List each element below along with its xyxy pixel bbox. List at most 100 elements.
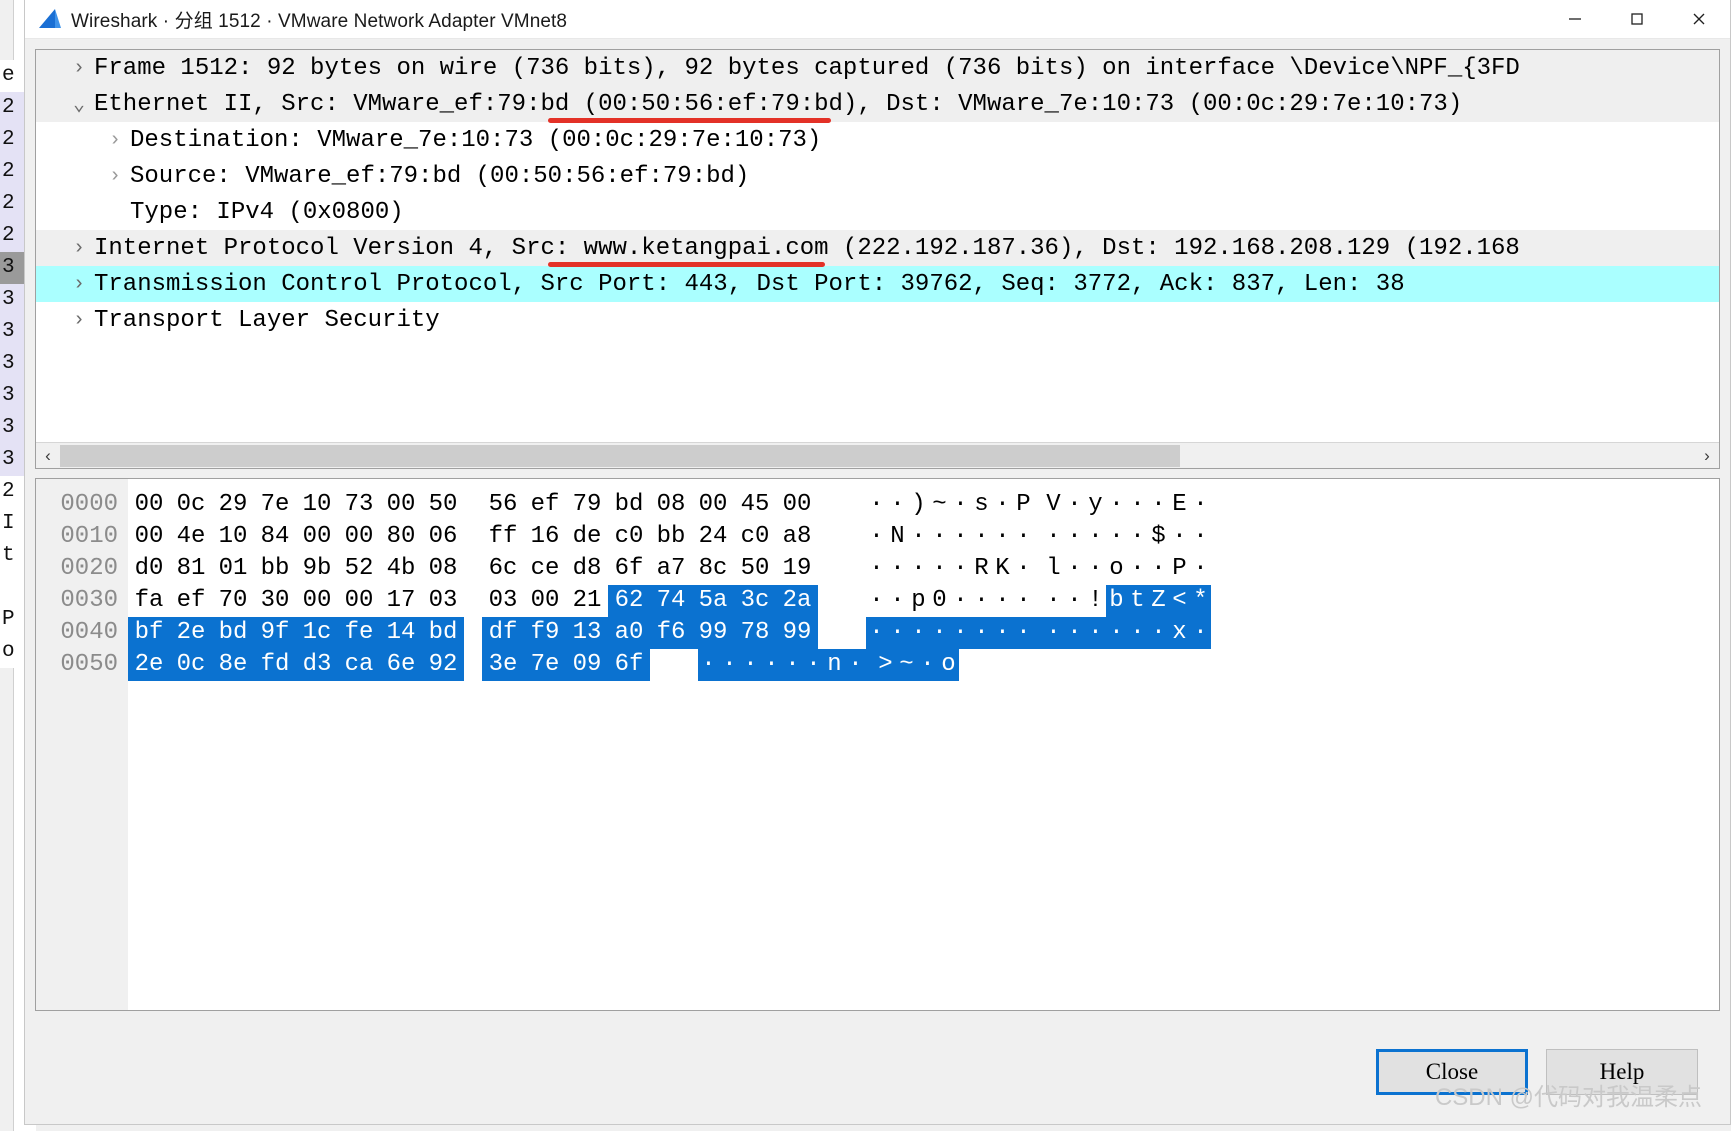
hex-byte[interactable]: 10 — [212, 521, 254, 553]
ascii-char[interactable]: V — [1043, 489, 1064, 521]
hex-byte[interactable]: 6f — [608, 553, 650, 585]
hex-byte[interactable]: 4e — [170, 521, 212, 553]
ascii-char[interactable]: 0 — [929, 585, 950, 617]
hex-byte[interactable]: d3 — [296, 649, 338, 681]
ascii-char[interactable]: · — [719, 649, 740, 681]
ascii-char[interactable]: · — [698, 649, 719, 681]
ascii-char[interactable]: · — [1169, 521, 1190, 553]
ascii-char[interactable]: · — [1127, 553, 1148, 585]
hex-byte[interactable]: 00 — [524, 585, 566, 617]
ascii-char[interactable]: · — [887, 489, 908, 521]
ascii-char[interactable]: · — [929, 521, 950, 553]
hex-byte[interactable]: 00 — [380, 489, 422, 521]
ascii-char[interactable]: · — [887, 617, 908, 649]
hex-dump-row[interactable]: d0 81 01 bb 9b 52 4b 08 6c ce d8 6f a7 8c 50 19 · · · · · R K ·… — [128, 553, 1719, 585]
ascii-char[interactable]: · — [992, 617, 1013, 649]
ascii-char[interactable]: · — [908, 521, 929, 553]
ascii-char[interactable]: · — [1106, 617, 1127, 649]
ascii-char[interactable]: · — [971, 617, 992, 649]
hex-byte[interactable]: 08 — [650, 489, 692, 521]
ascii-char[interactable]: o — [938, 649, 959, 681]
hex-byte[interactable]: 78 — [734, 617, 776, 649]
ascii-char[interactable]: · — [929, 617, 950, 649]
chevron-right-icon[interactable]: › — [64, 57, 94, 80]
ascii-char[interactable]: · — [761, 649, 782, 681]
hex-byte[interactable]: bb — [650, 521, 692, 553]
hex-byte[interactable]: 6c — [482, 553, 524, 585]
ascii-char[interactable]: · — [1064, 553, 1085, 585]
ascii-char[interactable]: · — [1085, 521, 1106, 553]
hex-byte[interactable]: a7 — [650, 553, 692, 585]
protocol-tree-row[interactable]: Type: IPv4 (0x0800) — [36, 194, 1719, 230]
hex-byte[interactable]: 50 — [734, 553, 776, 585]
hex-byte[interactable]: ff — [482, 521, 524, 553]
ascii-char[interactable]: · — [1043, 585, 1064, 617]
ascii-char[interactable]: · — [1190, 489, 1211, 521]
hex-byte[interactable]: 00 — [338, 521, 380, 553]
protocol-tree-row[interactable]: › Transmission Control Protocol, Src Port… — [36, 266, 1719, 302]
ascii-char[interactable]: · — [950, 617, 971, 649]
ascii-char[interactable]: · — [887, 585, 908, 617]
ascii-char[interactable]: o — [1106, 553, 1127, 585]
ascii-char[interactable]: · — [971, 585, 992, 617]
protocol-tree-row[interactable]: › Source: VMware_ef:79:bd (00:50:56:ef:79… — [36, 158, 1719, 194]
hex-byte[interactable]: 00 — [296, 521, 338, 553]
chevron-right-icon[interactable]: › — [100, 129, 130, 152]
hex-byte[interactable]: f9 — [524, 617, 566, 649]
ascii-char[interactable]: · — [917, 649, 938, 681]
ascii-char[interactable]: P — [1169, 553, 1190, 585]
hex-byte[interactable]: 3c — [734, 585, 776, 617]
ascii-char[interactable]: · — [1064, 617, 1085, 649]
ascii-char[interactable]: N — [887, 521, 908, 553]
ascii-char[interactable]: · — [1013, 553, 1034, 585]
ascii-char[interactable]: x — [1169, 617, 1190, 649]
hex-dump-row[interactable]: 2e 0c 8e fd d3 ca 6e 92 3e 7e 09 6f · · · · · · n · > ~ · o — [128, 649, 1719, 681]
hex-byte[interactable]: ce — [524, 553, 566, 585]
ascii-column[interactable]: · ·) ~ · s · P V · y · · · E · — [866, 489, 1211, 521]
hex-byte[interactable]: 2a — [776, 585, 818, 617]
ascii-column[interactable]: · · · · · · n · > ~ · o — [698, 649, 959, 681]
ascii-char[interactable]: Z — [1148, 585, 1169, 617]
ascii-char[interactable]: n — [824, 649, 845, 681]
ascii-char[interactable]: · — [1148, 617, 1169, 649]
close-icon[interactable] — [1668, 0, 1730, 39]
hex-byte[interactable]: 9b — [296, 553, 338, 585]
hex-byte[interactable]: 9f — [254, 617, 296, 649]
ascii-char[interactable]: ) — [908, 489, 929, 521]
ascii-char[interactable]: · — [950, 553, 971, 585]
hex-byte[interactable]: 92 — [422, 649, 464, 681]
hex-byte[interactable]: 2e — [128, 649, 170, 681]
hex-byte[interactable]: ef — [170, 585, 212, 617]
hex-byte[interactable]: 00 — [296, 585, 338, 617]
hex-byte[interactable]: 99 — [692, 617, 734, 649]
hex-byte[interactable]: 00 — [776, 489, 818, 521]
packet-bytes-pane[interactable]: 0000 0010 0020 0030 0040 0050 00 0c 29 7e 10 73 00 5… — [35, 478, 1720, 1011]
ascii-char[interactable]: · — [1085, 553, 1106, 585]
ascii-char[interactable]: · — [992, 489, 1013, 521]
hex-byte[interactable]: 30 — [254, 585, 296, 617]
ascii-char[interactable]: · — [1148, 489, 1169, 521]
maximize-icon[interactable] — [1606, 0, 1668, 39]
protocol-tree-row[interactable]: › Internet Protocol Version 4, Src: www.k… — [36, 230, 1719, 266]
chevron-right-icon[interactable]: › — [64, 273, 94, 296]
hex-byte[interactable]: c0 — [734, 521, 776, 553]
ascii-char[interactable]: · — [950, 585, 971, 617]
hex-byte[interactable]: bb — [254, 553, 296, 585]
hex-byte[interactable]: fd — [254, 649, 296, 681]
ascii-char[interactable]: P — [1013, 489, 1034, 521]
hex-byte[interactable]: 6f — [608, 649, 650, 681]
ascii-char[interactable]: · — [1127, 617, 1148, 649]
protocol-tree-row[interactable]: › Destination: VMware_7e:10:73 (00:0c:29:… — [36, 122, 1719, 158]
hex-byte[interactable]: ef — [524, 489, 566, 521]
hex-dump-row[interactable]: fa ef 70 30 00 00 17 03 03 00 21 62 74 5a 3c 2a · · p 0 · · · ·… — [128, 585, 1719, 617]
ascii-char[interactable]: · — [1043, 521, 1064, 553]
ascii-char[interactable]: · — [782, 649, 803, 681]
ascii-char[interactable]: * — [1190, 585, 1211, 617]
hex-byte[interactable]: bd — [608, 489, 650, 521]
ascii-char[interactable]: E — [1169, 489, 1190, 521]
hex-byte[interactable]: c0 — [608, 521, 650, 553]
scrollbar-thumb[interactable] — [60, 444, 1180, 467]
ascii-char[interactable]: R — [971, 553, 992, 585]
hex-byte[interactable]: 16 — [524, 521, 566, 553]
hex-byte[interactable]: 19 — [776, 553, 818, 585]
